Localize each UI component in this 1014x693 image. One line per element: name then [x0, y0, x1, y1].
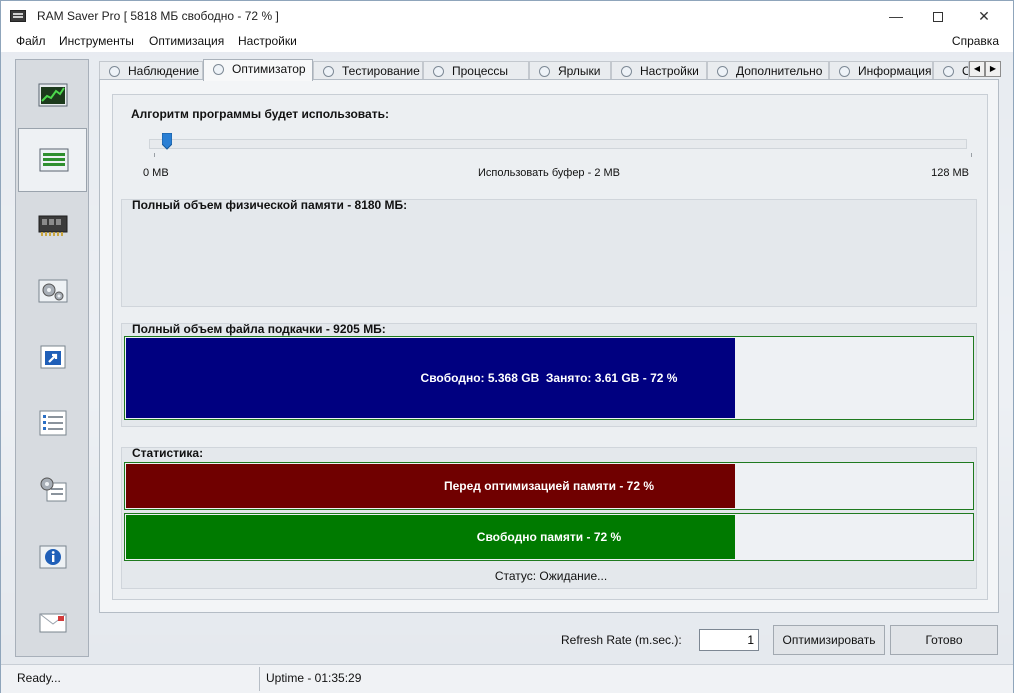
refresh-rate-input[interactable]: 1 [699, 629, 759, 651]
tab-optimizer[interactable]: Оптимизатор [203, 59, 313, 81]
monitor-chart-icon [38, 83, 68, 107]
pagefile-bar: Свободно: 5.368 GB Занято: 3.61 GB - 72 … [124, 336, 974, 420]
status-divider [259, 667, 260, 691]
radio-icon [213, 64, 224, 75]
slider-max-label: 128 MB [931, 167, 969, 179]
buffer-slider-thumb[interactable] [162, 133, 172, 150]
optimizer-content: Алгоритм программы будет использовать: 0… [112, 94, 988, 600]
sidebar-advanced-button[interactable] [18, 458, 87, 522]
slider-buffer-label: Использовать буфер - 2 MB [477, 167, 621, 179]
algorithm-title: Алгоритм программы будет использовать: [131, 107, 389, 121]
done-button[interactable]: Готово [890, 625, 998, 655]
tab-scroll-arrows: ◀ ▶ [969, 61, 1001, 77]
physical-memory-title: Полный объем физической памяти - 8180 МБ… [132, 198, 408, 212]
free-memory-bar: Свободно памяти - 72 % [124, 513, 974, 561]
menu-file[interactable]: Файл [16, 34, 46, 48]
tab-about[interactable]: О [933, 61, 969, 80]
optimizer-panel: Алгоритм программы будет использовать: 0… [99, 79, 999, 613]
gears-icon [38, 279, 68, 303]
menu-settings[interactable]: Настройки [238, 34, 297, 48]
tab-shortcuts[interactable]: Ярлыки [529, 61, 611, 80]
pagefile-title: Полный объем файла подкачки - 9205 МБ: [132, 322, 386, 336]
tab-monitoring[interactable]: Наблюдение [99, 61, 203, 80]
pagefile-bar-text: Свободно: 5.368 GB Занято: 3.61 GB - 72 … [420, 371, 678, 385]
tab-additional[interactable]: Дополнительно [707, 61, 829, 80]
tab-scroll-left-button[interactable]: ◀ [969, 61, 985, 77]
radio-icon [839, 66, 850, 77]
minimize-button[interactable]: — [873, 1, 919, 32]
slider-tick [971, 153, 972, 157]
radio-icon [433, 66, 444, 77]
left-sidebar [15, 59, 89, 657]
status-ready: Ready... [17, 671, 61, 685]
physical-memory-group: Полный объем физической памяти - 8180 МБ… [121, 198, 977, 307]
slider-tick [154, 153, 155, 157]
tab-testing[interactable]: Тестирование [313, 61, 423, 80]
buffer-slider-track[interactable] [149, 139, 967, 149]
optimize-button[interactable]: Оптимизировать [773, 625, 885, 655]
status-bar: Ready... Uptime - 01:35:29 [1, 664, 1013, 693]
menu-optimization[interactable]: Оптимизация [149, 34, 224, 48]
status-text: Статус: Ожидание... [494, 569, 608, 583]
tab-scroll-right-button[interactable]: ▶ [985, 61, 1001, 77]
memory-chip-icon [38, 215, 68, 236]
sidebar-memory-button[interactable] [18, 194, 87, 258]
radio-icon [109, 66, 120, 77]
tab-information[interactable]: Информация [829, 61, 933, 80]
radio-icon [621, 66, 632, 77]
menu-bar: Файл Инструменты Оптимизация Настройки С… [1, 32, 1013, 52]
menu-tools[interactable]: Инструменты [59, 34, 134, 48]
before-optimization-bar: Перед оптимизацией памяти - 72 % [124, 462, 974, 510]
close-button[interactable]: ✕ [961, 1, 1007, 32]
tab-settings[interactable]: Настройки [611, 61, 707, 80]
sidebar-checklist-button[interactable] [18, 392, 87, 456]
ram-chip-app-icon [10, 10, 26, 22]
free-memory-text: Свободно памяти - 72 % [476, 530, 622, 544]
sidebar-processes-button[interactable] [18, 260, 87, 324]
app-window: RAM Saver Pro [ 5818 МБ свободно - 72 % … [0, 0, 1014, 693]
shortcut-arrow-icon [40, 345, 66, 369]
info-icon [39, 545, 67, 569]
pagefile-group: Полный объем файла подкачки - 9205 МБ: С… [121, 322, 977, 427]
tab-processes[interactable]: Процессы [423, 61, 529, 80]
title-bar[interactable]: RAM Saver Pro [ 5818 МБ свободно - 72 % … [1, 1, 1013, 32]
radio-icon [943, 66, 954, 77]
menu-help[interactable]: Справка [952, 34, 999, 48]
tab-strip: Наблюдение Оптимизатор Тестирование Проц… [99, 59, 1001, 81]
radio-icon [539, 66, 550, 77]
mail-icon [39, 613, 67, 633]
maximize-icon [933, 12, 943, 23]
sidebar-shortcuts-button[interactable] [18, 326, 87, 390]
before-optimization-text: Перед оптимизацией памяти - 72 % [443, 479, 655, 493]
sidebar-optimizer-button[interactable] [18, 128, 87, 192]
window-title: RAM Saver Pro [ 5818 МБ свободно - 72 % … [37, 9, 279, 23]
sidebar-monitor-button[interactable] [18, 64, 87, 128]
gear-checklist-icon [40, 477, 67, 502]
refresh-rate-label: Refresh Rate (m.sec.): [561, 633, 682, 647]
sidebar-info-button[interactable] [18, 526, 87, 590]
maximize-button[interactable] [915, 1, 961, 32]
algorithm-group: Алгоритм программы будет использовать: 0… [121, 107, 977, 179]
sidebar-contact-button[interactable] [18, 592, 87, 656]
statistics-title: Статистика: [132, 446, 204, 460]
optimizer-list-icon [39, 148, 69, 172]
checklist-icon [39, 410, 67, 436]
status-uptime: Uptime - 01:35:29 [266, 671, 362, 685]
radio-icon [323, 66, 334, 77]
statistics-group: Статистика: Перед оптимизацией памяти - … [121, 446, 977, 589]
radio-icon [717, 66, 728, 77]
